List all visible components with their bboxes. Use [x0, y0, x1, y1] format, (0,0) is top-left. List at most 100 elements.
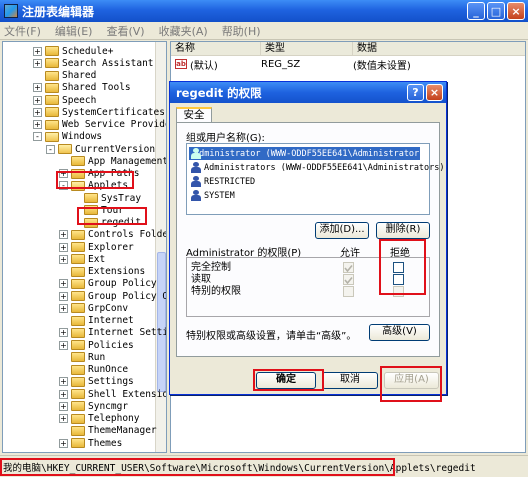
tree-item[interactable]: + SystemCertificates	[33, 106, 165, 118]
expand-icon[interactable]: +	[33, 95, 42, 105]
dialog-titlebar[interactable]: regedit 的权限 ? ×	[170, 82, 446, 103]
folder-icon	[71, 425, 85, 436]
tree-item[interactable]: + Schedule+	[33, 45, 113, 57]
tree-item[interactable]: + Telephony	[59, 413, 139, 425]
menu-help[interactable]: 帮助(H)	[222, 23, 261, 39]
tree-item[interactable]: + Shared Tools	[33, 82, 131, 94]
maximize-button[interactable]: □	[487, 2, 505, 20]
tree-item[interactable]: SysTray	[72, 192, 141, 204]
expand-icon[interactable]: +	[33, 120, 42, 129]
cancel-button[interactable]: 取消	[322, 372, 378, 389]
tree-item-label: Extensions	[88, 266, 146, 277]
expand-icon[interactable]: +	[59, 242, 68, 252]
tree-item-label: Ext	[88, 253, 106, 265]
list-item[interactable]: ab (默认) REG_SZ (数值未设置)	[171, 57, 525, 72]
tree-item[interactable]: Shared	[33, 70, 96, 82]
expand-icon[interactable]: +	[59, 291, 68, 301]
tree-item[interactable]: ThemeManager	[59, 425, 157, 437]
tree-item[interactable]: + Speech	[33, 94, 96, 106]
users-list[interactable]: Administrator (WWW-ODDF55EE641\Administr…	[186, 143, 445, 215]
add-button[interactable]: 添加(D)...	[315, 222, 369, 239]
tree-scroll-thumb[interactable]	[157, 252, 166, 392]
value-type: REG_SZ	[261, 58, 301, 70]
folder-icon	[71, 438, 85, 448]
folder-icon	[71, 389, 85, 399]
expand-icon[interactable]: +	[59, 414, 68, 423]
minimize-button[interactable]: _	[467, 2, 485, 20]
expand-icon[interactable]: +	[59, 340, 68, 350]
tree-item[interactable]: + Themes	[59, 437, 122, 449]
tree-item[interactable]: + Internet Settings	[59, 327, 166, 339]
tree-item[interactable]: + Explorer	[59, 241, 134, 253]
expand-icon[interactable]: +	[59, 328, 68, 338]
tree-item[interactable]: + Policies	[59, 339, 134, 351]
tree-item[interactable]: + Group Policy Objects	[59, 290, 166, 302]
registry-tree[interactable]: + Schedule+ + Search Assistant Shared + Shared…	[2, 41, 167, 453]
tab-security[interactable]: 安全	[176, 107, 212, 123]
help-button[interactable]: ?	[407, 84, 424, 101]
expand-icon[interactable]: +	[59, 438, 68, 448]
dialog-title: regedit 的权限	[176, 85, 262, 100]
column-type[interactable]: 类型	[261, 42, 353, 56]
remove-button[interactable]: 删除(R)	[376, 222, 430, 239]
highlight-status-path	[0, 458, 395, 476]
menu-edit[interactable]: 编辑(E)	[55, 23, 93, 39]
tree-item[interactable]: Run	[59, 351, 105, 363]
user-item-administrators[interactable]: Administrators (WWW-ODDF55EE641\Administ…	[189, 161, 445, 174]
folder-icon	[45, 107, 59, 118]
allow-checkbox[interactable]	[343, 286, 354, 297]
tree-item[interactable]: Extensions	[59, 266, 145, 278]
column-data[interactable]: 数据	[353, 42, 525, 56]
window-titlebar[interactable]: 注册表编辑器 _ □ ×	[0, 0, 528, 22]
tree-item[interactable]: + Ext	[59, 253, 105, 265]
tree-item-label: Settings	[88, 376, 134, 388]
allow-checkbox[interactable]	[343, 262, 354, 273]
string-value-icon: ab	[175, 59, 187, 69]
collapse-icon[interactable]: -	[33, 132, 42, 142]
folder-icon	[58, 144, 72, 154]
expand-icon[interactable]: +	[59, 230, 68, 240]
advanced-button[interactable]: 高级(V)	[369, 324, 430, 341]
tree-item[interactable]: + Search Assistant	[33, 57, 154, 69]
user-item-restricted[interactable]: RESTRICTED	[189, 175, 255, 188]
expand-icon[interactable]: +	[59, 303, 68, 313]
user-label: Administrators (WWW-ODDF55EE641\Administ…	[204, 162, 445, 173]
folder-icon	[45, 46, 59, 56]
expand-icon[interactable]: +	[33, 58, 42, 68]
menu-view[interactable]: 查看(V)	[106, 23, 144, 39]
column-name[interactable]: 名称	[171, 42, 261, 56]
expand-icon[interactable]: +	[33, 107, 42, 117]
tree-item[interactable]: + Group Policy	[59, 278, 157, 290]
close-button[interactable]: ×	[507, 2, 525, 20]
expand-icon[interactable]: +	[59, 401, 68, 411]
expand-icon[interactable]: +	[33, 46, 42, 56]
tree-item[interactable]: RunOnce	[59, 364, 128, 376]
expand-icon[interactable]: +	[59, 389, 68, 399]
allow-checkbox[interactable]	[343, 274, 354, 285]
tree-item[interactable]: + Web Service Providers	[33, 119, 166, 131]
folder-icon	[45, 58, 59, 69]
expand-icon[interactable]: +	[59, 377, 68, 387]
tree-item[interactable]: + GrpConv	[59, 302, 128, 314]
tree-item[interactable]: + Settings	[59, 376, 134, 388]
menu-favorites[interactable]: 收藏夹(A)	[159, 23, 208, 39]
user-item-system[interactable]: SYSTEM	[189, 189, 235, 202]
tree-item-label: Internet Settings	[88, 327, 166, 339]
tree-item-label: Search Assistant	[62, 57, 154, 69]
tree-item[interactable]: + Shell Extensions	[59, 388, 166, 400]
expand-icon[interactable]: +	[59, 254, 68, 264]
expand-icon[interactable]: +	[59, 279, 68, 289]
collapse-icon[interactable]: -	[46, 144, 55, 154]
tree-item[interactable]: + Controls Folder	[59, 229, 166, 241]
tree-item[interactable]: - Windows	[33, 131, 102, 143]
menu-file[interactable]: 文件(F)	[4, 23, 41, 39]
tree-item[interactable]: + Syncmgr	[59, 400, 128, 412]
window-controls: _ □ ×	[467, 2, 525, 20]
tree-item[interactable]: Internet	[59, 315, 134, 327]
user-item-administrator[interactable]: Administrator (WWW-ODDF55EE641\Administr…	[189, 147, 424, 160]
tree-item[interactable]: - CurrentVersion	[46, 143, 155, 155]
expand-icon[interactable]: +	[33, 83, 42, 93]
tree-item[interactable]: App Management	[59, 155, 166, 167]
dialog-close-button[interactable]: ×	[426, 84, 443, 101]
folder-icon	[45, 70, 59, 81]
